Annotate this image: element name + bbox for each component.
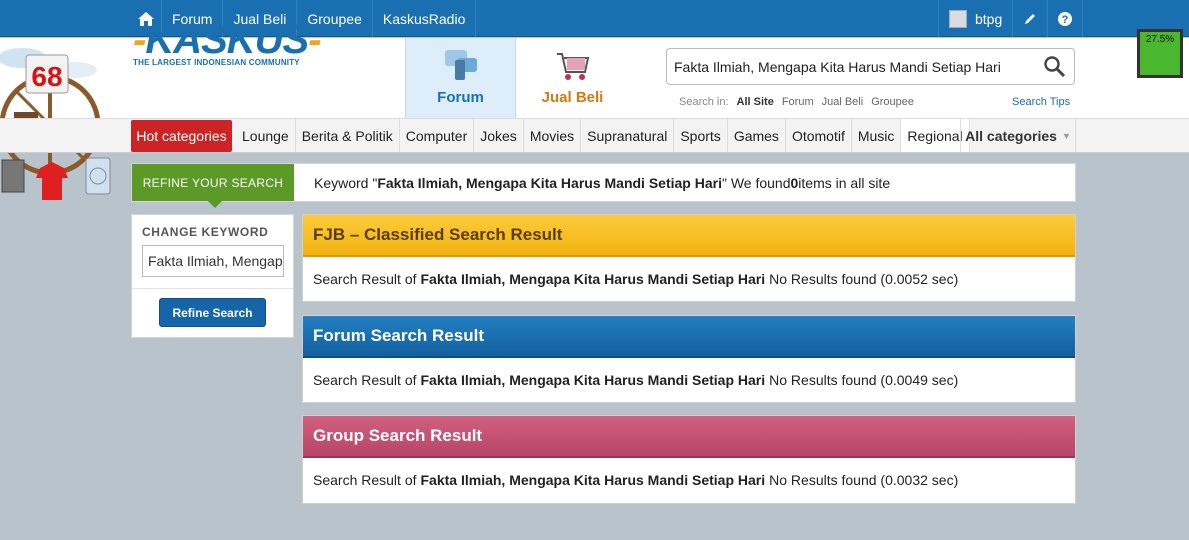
result-keyword: Fakta Ilmiah, Mengapa Kita Harus Mandi S…	[420, 271, 766, 287]
battery-indicator: 27.5%	[1137, 29, 1183, 78]
all-categories-dropdown[interactable]: All categories ▼	[960, 119, 1076, 152]
search-tips-link[interactable]: Search Tips	[1012, 96, 1070, 108]
search-button[interactable]	[1043, 55, 1067, 79]
search-scope: Search in: All Site Forum Jual Beli Grou…	[679, 96, 914, 108]
category-lounge[interactable]: Lounge	[236, 119, 296, 152]
shopping-cart-icon	[556, 53, 589, 80]
tab-jual-beli-label: Jual Beli	[541, 89, 604, 106]
search-scope-jual-beli[interactable]: Jual Beli	[822, 96, 864, 108]
search-box	[666, 48, 1075, 85]
tab-forum[interactable]: Forum	[405, 38, 516, 118]
search-summary: Keyword " Fakta Ilmiah, Mengapa Kita Haru…	[314, 164, 890, 201]
logo-tagline: THE LARGEST INDONESIAN COMMUNITY	[133, 58, 300, 67]
write-button[interactable]	[1013, 0, 1049, 37]
pencil-icon	[1025, 13, 1036, 24]
all-categories-label: All categories	[965, 127, 1057, 144]
summary-suffix: items in all site	[798, 174, 891, 191]
help-icon: ?	[1058, 11, 1073, 26]
battery-label: 27.5%	[1145, 34, 1175, 45]
result-keyword: Fakta Ilmiah, Mengapa Kita Harus Mandi S…	[420, 472, 766, 488]
refine-your-search-tab[interactable]: REFINE YOUR SEARCH	[132, 164, 294, 208]
summary-keyword: Fakta Ilmiah, Mengapa Kita Harus Mandi S…	[377, 174, 722, 191]
category-computer[interactable]: Computer	[400, 119, 475, 152]
category-games[interactable]: Games	[728, 119, 786, 152]
forum-icon	[444, 50, 477, 80]
result-prefix: Search Result of	[313, 372, 417, 388]
result-prefix: Search Result of	[313, 472, 417, 488]
category-supranatural[interactable]: Supranatural	[581, 119, 675, 152]
forum-result-title: Forum Search Result	[303, 316, 1075, 358]
tab-jual-beli[interactable]: Jual Beli	[516, 38, 629, 118]
change-keyword-panel: CHANGE KEYWORD Refine Search	[131, 214, 294, 338]
svg-text:?: ?	[1062, 14, 1069, 26]
refine-search-button[interactable]: Refine Search	[159, 298, 266, 327]
group-result-title: Group Search Result	[303, 416, 1075, 458]
category-list: Lounge Berita & Politik Computer Jokes M…	[236, 119, 970, 152]
top-link-kaskus-radio[interactable]: KaskusRadio	[373, 0, 477, 37]
fjb-result-title: FJB – Classified Search Result	[303, 215, 1075, 257]
category-otomotif[interactable]: Otomotif	[786, 119, 852, 152]
hot-categories-button[interactable]: Hot categories	[131, 120, 232, 152]
group-result-panel: Group Search Result Search Result of Fak…	[302, 415, 1076, 504]
avatar	[949, 9, 967, 28]
forum-result-body: Search Result of Fakta Ilmiah, Mengapa K…	[303, 358, 1075, 402]
summary-prefix: Keyword "	[314, 174, 378, 191]
refine-bar: REFINE YOUR SEARCH Keyword " Fakta Ilmiah…	[131, 163, 1076, 208]
category-sports[interactable]: Sports	[674, 119, 728, 152]
tab-forum-label: Forum	[437, 89, 484, 106]
fjb-result-panel: FJB – Classified Search Result Search Re…	[302, 214, 1076, 302]
decor-badge-number: 68	[31, 61, 62, 92]
search-icon	[1044, 56, 1066, 78]
search-scope-groupee[interactable]: Groupee	[871, 96, 914, 108]
result-status: No Results found (0.0052 sec)	[769, 271, 959, 287]
result-prefix: Search Result of	[313, 271, 417, 287]
help-button[interactable]: ?	[1048, 0, 1084, 37]
caret-down-icon: ▼	[1061, 130, 1071, 141]
forum-result-panel: Forum Search Result Search Result of Fak…	[302, 315, 1076, 403]
search-in-label: Search in:	[679, 96, 729, 108]
kaskus-logo[interactable]: -KASKUS- THE LARGEST INDONESIAN COMMUNIT…	[133, 20, 322, 67]
summary-mid: " We found	[721, 174, 791, 191]
search-input[interactable]	[667, 49, 1027, 84]
result-status: No Results found (0.0032 sec)	[769, 472, 959, 488]
category-berita-politik[interactable]: Berita & Politik	[296, 119, 400, 152]
keyword-input[interactable]	[142, 245, 284, 277]
category-movies[interactable]: Movies	[524, 119, 582, 152]
search-scope-all-site[interactable]: All Site	[737, 96, 774, 108]
user-menu[interactable]: btpg	[938, 0, 1014, 37]
fjb-result-body: Search Result of Fakta Ilmiah, Mengapa K…	[303, 257, 1075, 301]
result-status: No Results found (0.0049 sec)	[769, 372, 959, 388]
username: btpg	[975, 10, 1003, 27]
change-keyword-title: CHANGE KEYWORD	[142, 225, 269, 239]
category-jokes[interactable]: Jokes	[474, 119, 524, 152]
category-music[interactable]: Music	[852, 119, 902, 152]
summary-count: 0	[790, 174, 799, 191]
search-scope-forum[interactable]: Forum	[782, 96, 814, 108]
result-keyword: Fakta Ilmiah, Mengapa Kita Harus Mandi S…	[420, 372, 766, 388]
group-result-body: Search Result of Fakta Ilmiah, Mengapa K…	[303, 458, 1075, 502]
logo-text: KASKUS	[145, 18, 309, 62]
divider	[132, 288, 293, 289]
